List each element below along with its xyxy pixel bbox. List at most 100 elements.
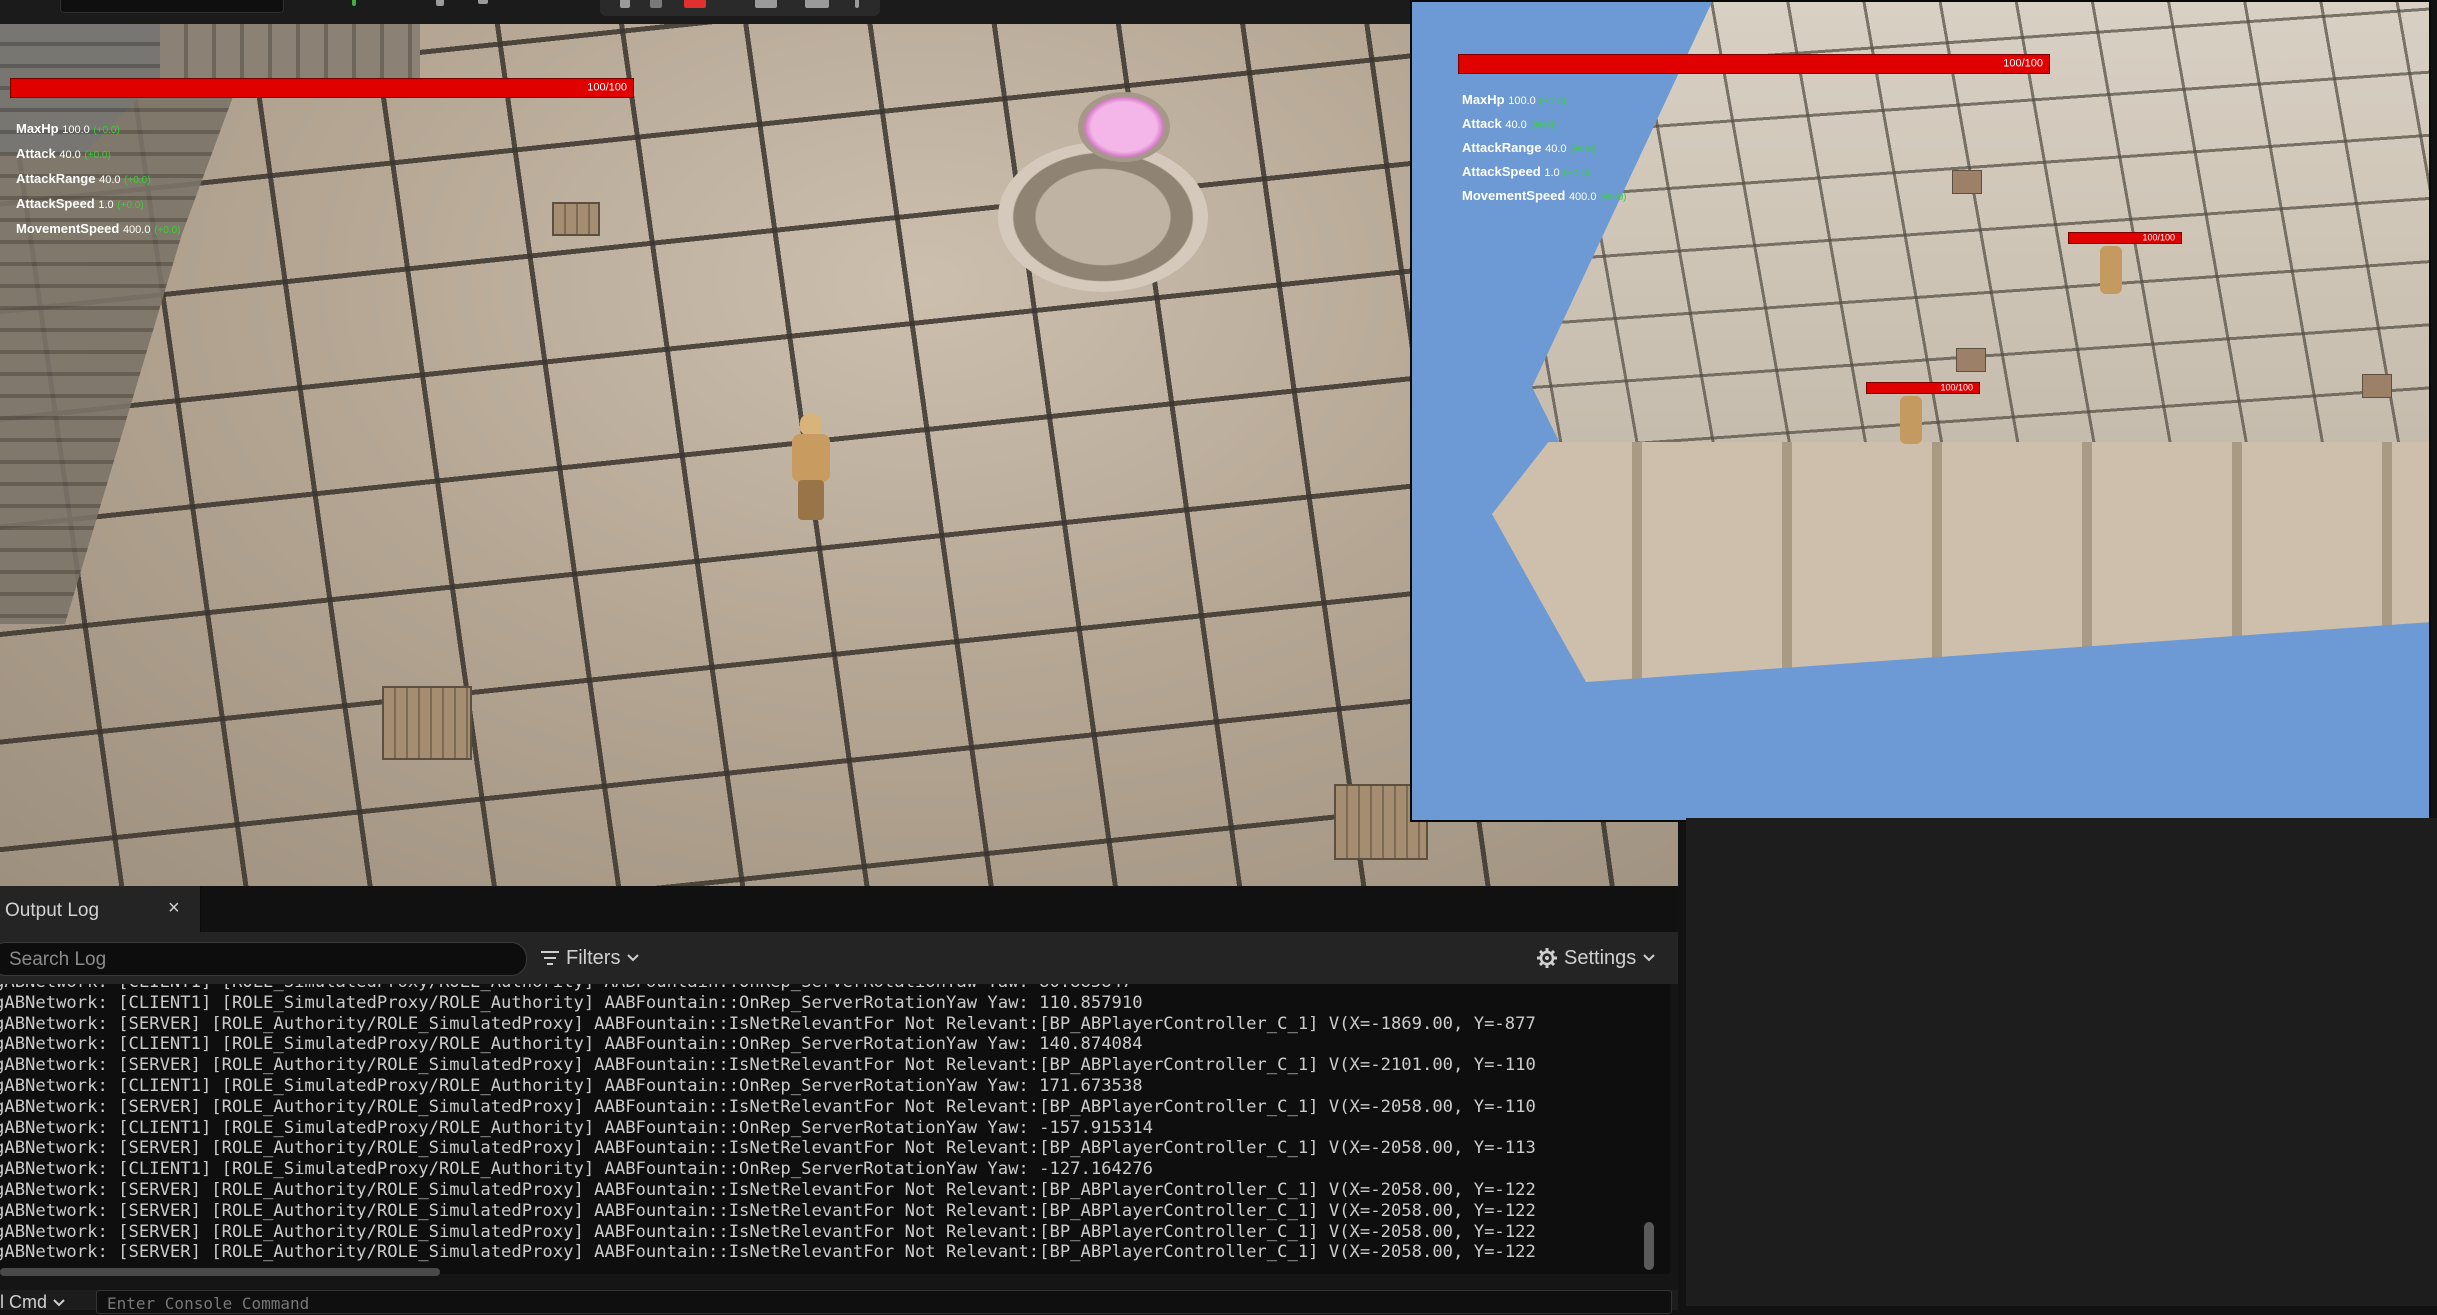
log-vertical-scrollbar[interactable]: [1644, 1222, 1654, 1270]
eject-button[interactable]: [755, 0, 777, 8]
stat-name: AttackRange: [1462, 140, 1542, 155]
player-character: [2100, 246, 2122, 294]
toolbar-button[interactable]: [478, 0, 488, 4]
hp-bar-label: 100/100: [2003, 57, 2043, 70]
console-command-bar: l Cmd: [0, 1290, 1678, 1315]
log-line: gABNetwork: [SERVER] [ROLE_Authority/ROL…: [0, 1096, 1536, 1117]
log-line: gABNetwork: [CLIENT1] [ROLE_SimulatedPro…: [0, 992, 1143, 1013]
stat-row: MovementSpeed 400.0 (+0.0): [1462, 184, 1627, 208]
chevron-down-icon: [1642, 953, 1656, 963]
log-text-area[interactable]: gABNetwork: [CLIENT1] [ROLE_SimulatedPro…: [0, 984, 1670, 1274]
chevron-down-icon: [52, 1298, 66, 1308]
play-controls-group: [600, 0, 880, 16]
chevron-down-icon: [626, 953, 640, 963]
stat-value: 40.0: [1505, 119, 1527, 131]
crate: [552, 202, 600, 236]
console-command-input[interactable]: [97, 1291, 1609, 1315]
player-character: [786, 414, 834, 524]
stat-value: 100.0: [62, 124, 90, 136]
stat-name: AttackSpeed: [16, 196, 95, 211]
stat-value: 40.0: [59, 149, 81, 161]
stat-row: MaxHp 100.0 (+0.0): [16, 116, 181, 141]
stat-row: AttackSpeed 1.0 (+0.0): [16, 191, 181, 216]
fountain: [998, 92, 1208, 292]
stat-value: 400.0: [122, 224, 151, 236]
log-horizontal-scrollbar[interactable]: [0, 1268, 440, 1276]
log-filter-bar: Filters Settings: [0, 932, 1678, 984]
console-mode-dropdown[interactable]: l Cmd: [0, 1292, 66, 1313]
log-line: gABNetwork: [SERVER] [ROLE_Authority/ROL…: [0, 1242, 1536, 1263]
stat-bonus: (+0.0): [1530, 120, 1557, 131]
close-icon[interactable]: ×: [168, 897, 180, 920]
stat-row: Attack 40.0 (+0.0): [1462, 112, 1627, 136]
gear-icon: [1536, 947, 1558, 969]
player-character: [1900, 396, 1922, 444]
castle-parapet: [1492, 442, 2429, 682]
more-button[interactable]: [855, 0, 859, 8]
stat-name: MovementSpeed: [16, 221, 120, 236]
stop-button[interactable]: [684, 0, 706, 8]
tab-label: Output Log: [5, 900, 100, 921]
hp-bar-label: 100/100: [1940, 382, 1973, 393]
log-line: gABNetwork: [SERVER] [ROLE_Authority/ROL…: [0, 1179, 1536, 1200]
hp-bar-label: 100/100: [587, 81, 627, 94]
log-line: gABNetwork: [CLIENT1] [ROLE_SimulatedPro…: [0, 1117, 1153, 1138]
log-line: gABNetwork: [SERVER] [ROLE_Authority/ROL…: [0, 1055, 1536, 1076]
stat-name: MaxHp: [16, 121, 59, 136]
character-head: [800, 414, 822, 436]
stat-name: MovementSpeed: [1462, 188, 1566, 203]
toolbar-button[interactable]: [436, 0, 444, 6]
stats-panel: MaxHp 100.0 (+0.0) Attack 40.0 (+0.0) At…: [1462, 88, 1627, 208]
settings-button[interactable]: Settings: [1536, 942, 1656, 974]
stat-row: MovementSpeed 400.0 (+0.0): [16, 216, 181, 241]
play-button[interactable]: [352, 0, 356, 6]
fountain-pool: [1078, 92, 1170, 162]
details-panel: [1686, 818, 2437, 1306]
console-mode-label: l Cmd: [0, 1292, 48, 1312]
stat-name: AttackRange: [16, 171, 96, 186]
stat-bonus: (+0.0): [1600, 192, 1627, 203]
castle-wall-top: [160, 24, 420, 84]
stat-value: 100.0: [1508, 95, 1536, 107]
log-line: gABNetwork: [CLIENT1] [ROLE_SimulatedPro…: [0, 984, 1670, 993]
character-legs: [798, 480, 824, 520]
log-line: gABNetwork: [SERVER] [ROLE_Authority/ROL…: [0, 1200, 1536, 1221]
tab-output-log[interactable]: Output Log ×: [0, 886, 201, 932]
crate: [382, 686, 472, 760]
stat-bonus: (+0.0): [1539, 96, 1566, 107]
search-log-field[interactable]: [0, 942, 527, 977]
stat-name: MaxHp: [1462, 92, 1505, 107]
stat-value: 40.0: [99, 174, 121, 186]
stat-name: AttackSpeed: [1462, 164, 1541, 179]
stat-bonus: (+0.0): [1563, 168, 1590, 179]
stat-value: 1.0: [98, 199, 114, 211]
settings-label: Settings: [1564, 946, 1637, 969]
hp-bar-label: 100/100: [2142, 232, 2175, 243]
search-log-input[interactable]: [7, 943, 511, 977]
stats-panel: MaxHp 100.0 (+0.0) Attack 40.0 (+0.0) At…: [16, 116, 181, 241]
console-command-field[interactable]: [96, 1290, 1672, 1315]
stat-bonus: (+0.0): [93, 125, 120, 136]
settings-toolbar-button[interactable]: [805, 0, 829, 8]
stat-bonus: (+0.0): [1570, 144, 1597, 155]
stat-bonus: (+0.0): [117, 200, 144, 211]
filters-label: Filters: [566, 946, 621, 969]
hp-bar: 100/100: [10, 78, 634, 98]
stat-value: 1.0: [1544, 167, 1560, 179]
log-line: gABNetwork: [CLIENT1] [ROLE_SimulatedPro…: [0, 1075, 1143, 1096]
skip-button[interactable]: [650, 0, 662, 8]
stat-row: AttackRange 40.0 (+0.0): [16, 166, 181, 191]
log-line: gABNetwork: [SERVER] [ROLE_Authority/ROL…: [0, 1013, 1536, 1034]
stat-value: 40.0: [1545, 143, 1567, 155]
stat-bonus: (+0.0): [154, 225, 181, 236]
editor-toolbar: [0, 0, 1410, 25]
filters-button[interactable]: Filters: [540, 942, 640, 974]
stat-name: Attack: [1462, 116, 1502, 131]
character-hp-bar: 100/100: [2068, 232, 2182, 244]
client-game-window[interactable]: 100/100 MaxHp 100.0 (+0.0) Attack 40.0 (…: [1410, 0, 2431, 822]
stat-row: Attack 40.0 (+0.0): [16, 141, 181, 166]
stat-bonus: (+0.0): [124, 175, 151, 186]
stat-name: Attack: [16, 146, 56, 161]
pause-button[interactable]: [620, 0, 630, 8]
toolbar-mode-selector[interactable]: [60, 0, 284, 13]
